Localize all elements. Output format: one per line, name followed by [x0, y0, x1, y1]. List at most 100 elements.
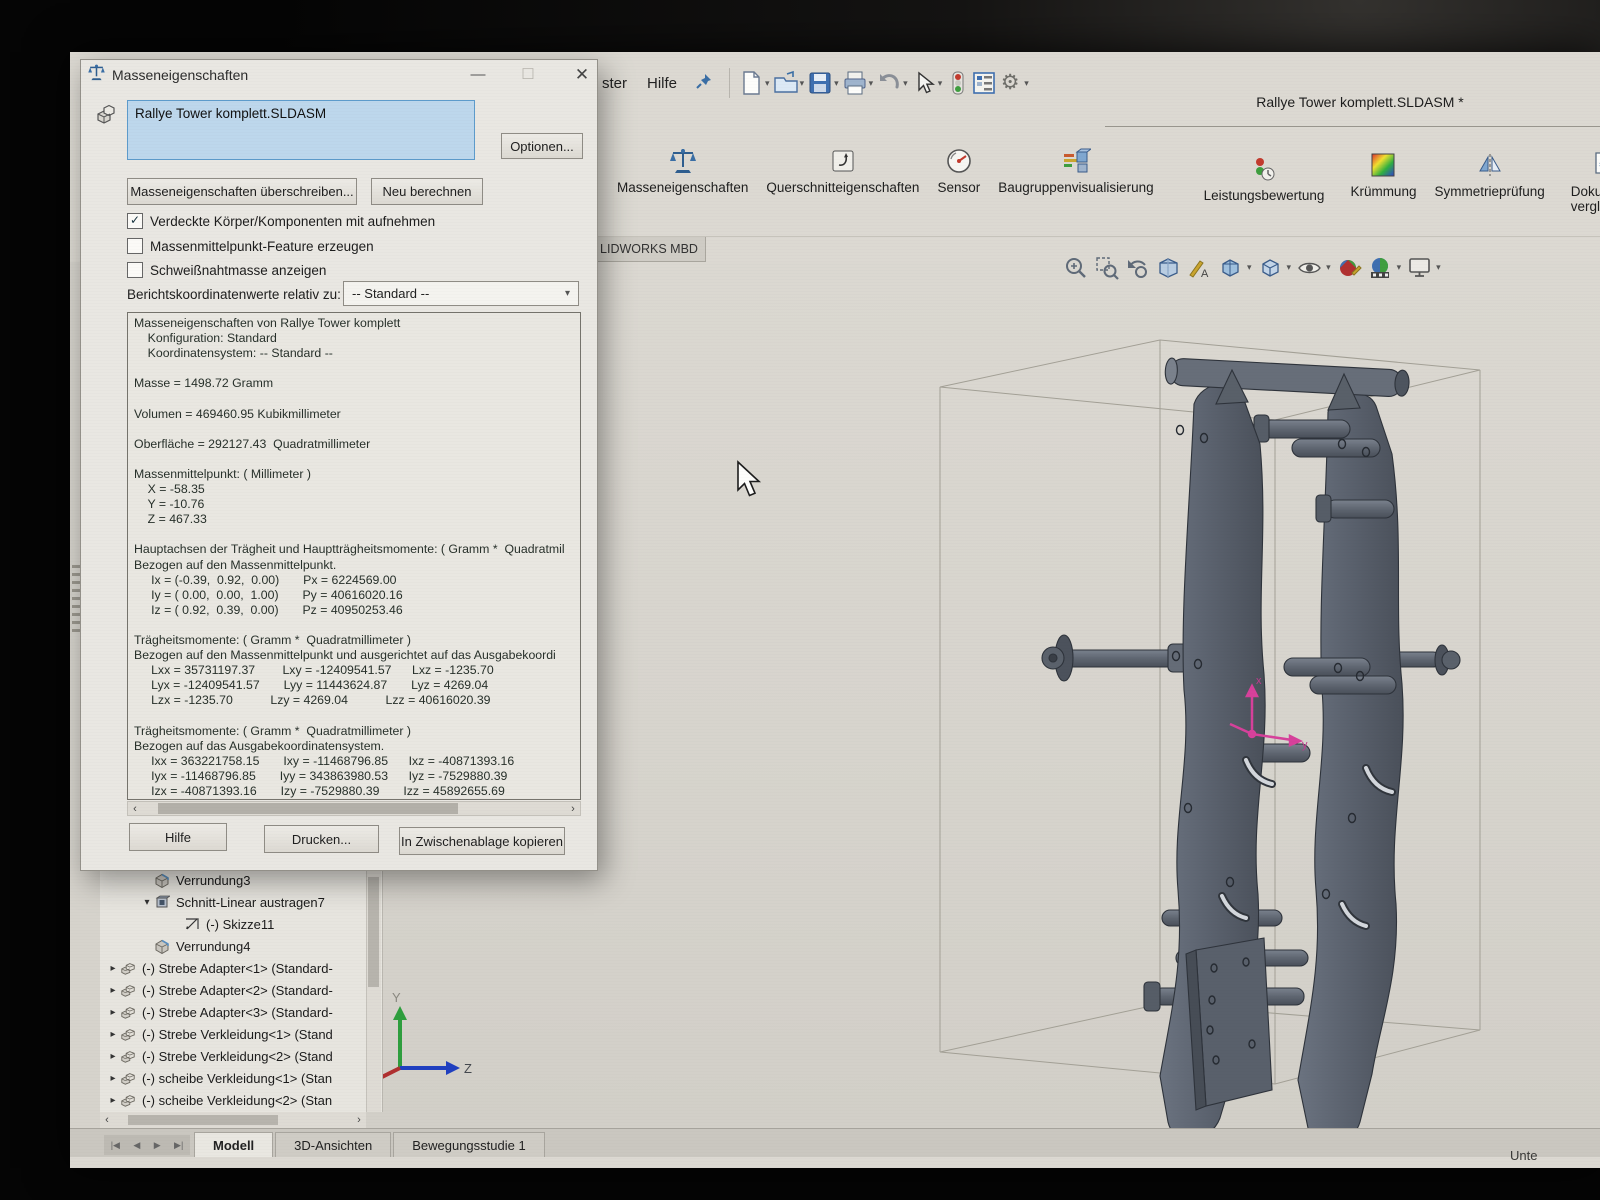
tree-expander-icon[interactable]: ▸ — [106, 1051, 120, 1062]
tree-expander-icon[interactable]: ▸ — [106, 1073, 120, 1084]
dropdown-caret[interactable]: ▾ — [903, 78, 908, 89]
tree-vertical-scrollbar[interactable] — [366, 869, 381, 1112]
scroll-right-arrow[interactable]: › — [566, 803, 580, 815]
dropdown-caret[interactable]: ▾ — [765, 78, 770, 89]
zoom-area-icon[interactable] — [1094, 255, 1119, 280]
tree-item[interactable]: Verrundung4 — [100, 935, 382, 957]
new-document-icon[interactable] — [738, 70, 764, 96]
ribbon-item-symmetry-check[interactable]: Symmetrieprüfung — [1434, 148, 1544, 199]
menu-item-fenster[interactable]: ster — [592, 71, 637, 96]
options-button[interactable]: Optionen... — [501, 133, 583, 159]
tree-horizontal-scrollbar[interactable]: ‹ › — [100, 1112, 366, 1128]
properties-list-icon[interactable] — [971, 70, 997, 96]
tree-item[interactable]: ▸(-) Strebe Verkleidung<2> (Stand — [100, 1045, 382, 1067]
tree-expander-icon[interactable]: ▸ — [106, 1007, 120, 1018]
checkbox-box[interactable]: ✓ — [127, 213, 143, 229]
print-icon[interactable] — [842, 70, 868, 96]
print-button[interactable]: Drucken... — [264, 825, 379, 853]
dropdown-caret[interactable]: ▾ — [1287, 262, 1292, 273]
tree-item[interactable]: ▸(-) Strebe Adapter<1> (Standard- — [100, 957, 382, 979]
tab-solidworks-mbd[interactable]: LIDWORKS MBD — [592, 237, 706, 262]
help-button[interactable]: Hilfe — [129, 823, 227, 851]
tree-item[interactable]: (-) Skizze11 — [100, 913, 382, 935]
tree-expander-icon[interactable]: ▸ — [106, 985, 120, 996]
results-horizontal-scrollbar[interactable]: ‹ › — [127, 801, 581, 816]
tab-last-icon[interactable]: ▶| — [174, 1140, 183, 1151]
override-mass-properties-button[interactable]: Masseneigenschaften überschreiben... — [127, 178, 357, 205]
edit-appearance-icon[interactable] — [1337, 255, 1362, 280]
undo-icon[interactable] — [876, 70, 902, 96]
tab-3d-ansichten[interactable]: 3D-Ansichten — [275, 1132, 391, 1157]
section-view-icon[interactable] — [1156, 255, 1181, 280]
checkbox-show-weld-mass[interactable]: Schweißnahtmasse anzeigen — [127, 260, 326, 280]
tab-modell[interactable]: Modell — [194, 1132, 273, 1157]
performance-traffic-light-icon[interactable] — [945, 70, 971, 96]
pin-icon[interactable] — [695, 72, 713, 95]
options-gear-icon[interactable]: ⚙ — [997, 70, 1023, 96]
tree-item[interactable]: Verrundung3 — [100, 869, 382, 891]
dropdown-caret[interactable]: ▾ — [1397, 262, 1402, 273]
open-icon[interactable] — [773, 70, 799, 96]
zoom-fit-icon[interactable] — [1063, 255, 1088, 280]
dropdown-caret[interactable]: ▾ — [1247, 262, 1252, 273]
tree-item[interactable]: ▾Schnitt-Linear austragen7 — [100, 891, 382, 913]
display-style-icon[interactable] — [1258, 255, 1283, 280]
ribbon-item-section-properties[interactable]: Querschnitteigenschaften — [766, 144, 919, 195]
save-icon[interactable] — [807, 70, 833, 96]
checkbox-box[interactable] — [127, 238, 143, 254]
panel-splitter[interactable] — [72, 562, 80, 632]
tree-item[interactable]: ▸(-) scheibe Verkleidung<1> (Stan — [100, 1067, 382, 1089]
close-icon[interactable]: ✕ — [567, 64, 597, 86]
dropdown-caret[interactable]: ▾ — [800, 78, 805, 89]
tab-scroll-buttons[interactable]: |◀ ◀ ▶ ▶| — [104, 1135, 190, 1155]
apply-scene-icon[interactable] — [1368, 255, 1393, 280]
dropdown-caret[interactable]: ▾ — [938, 78, 943, 89]
view-settings-icon[interactable] — [1407, 255, 1432, 280]
tree-item[interactable]: ▸(-) scheibe Verkleidung<2> (Stan▾ — [100, 1089, 382, 1111]
dropdown-caret[interactable]: ▾ — [1326, 262, 1331, 273]
tab-next-icon[interactable]: ▶ — [154, 1140, 161, 1151]
previous-view-icon[interactable] — [1125, 255, 1150, 280]
checkbox-box[interactable] — [127, 262, 143, 278]
scrollbar-thumb[interactable] — [128, 1115, 278, 1125]
scroll-left-arrow[interactable]: ‹ — [128, 803, 142, 815]
view-orientation-icon[interactable] — [1218, 255, 1243, 280]
tree-item[interactable]: ▸(-) Strebe Adapter<2> (Standard- — [100, 979, 382, 1001]
dropdown-caret[interactable]: ▾ — [869, 78, 874, 89]
dropdown-caret[interactable]: ▾ — [1436, 262, 1441, 273]
scrollbar-thumb[interactable] — [368, 877, 379, 987]
scroll-right-arrow[interactable]: › — [352, 1114, 366, 1126]
dropdown-caret[interactable]: ▾ — [834, 78, 839, 89]
ribbon-item-performance-evaluation[interactable]: Leistungsbewertung — [1204, 152, 1325, 203]
annotation-icon[interactable]: A — [1187, 255, 1212, 280]
ribbon-item-mass-properties[interactable]: Masseneigenschaften — [617, 144, 748, 195]
scrollbar-thumb[interactable] — [158, 803, 458, 814]
tab-first-icon[interactable]: |◀ — [111, 1140, 120, 1151]
mass-results[interactable]: Masseneigenschaften von Rallye Tower kom… — [127, 312, 581, 800]
hide-show-items-icon[interactable] — [1297, 255, 1322, 280]
ribbon-item-sensor[interactable]: Sensor — [937, 144, 980, 195]
ribbon-item-curvature[interactable]: Krümmung — [1350, 148, 1416, 199]
tree-item[interactable]: ▸(-) Strebe Verkleidung<1> (Stand — [100, 1023, 382, 1045]
menu-item-hilfe[interactable]: Hilfe — [637, 71, 687, 96]
tree-expander-icon[interactable]: ▾ — [140, 897, 154, 908]
tree-expander-icon[interactable]: ▸ — [106, 1029, 120, 1040]
minimize-icon[interactable]: — — [463, 64, 493, 86]
tab-prev-icon[interactable]: ◀ — [133, 1140, 140, 1151]
coordinate-system-dropdown[interactable]: -- Standard -- ▾ — [343, 281, 579, 306]
dropdown-caret[interactable]: ▾ — [1024, 78, 1029, 89]
tree-item[interactable]: ▸(-) Strebe Adapter<3> (Standard- — [100, 1001, 382, 1023]
recalculate-button[interactable]: Neu berechnen — [371, 178, 483, 205]
ribbon-item-assembly-visualization[interactable]: Baugruppenvisualisierung — [998, 144, 1153, 195]
checkbox-create-com-feature[interactable]: Massenmittelpunkt-Feature erzeugen — [127, 236, 374, 256]
copy-to-clipboard-button[interactable]: In Zwischenablage kopieren — [399, 827, 565, 855]
maximize-icon[interactable]: ☐ — [513, 64, 543, 86]
tree-expander-icon[interactable]: ▸ — [106, 1095, 120, 1106]
scroll-left-arrow[interactable]: ‹ — [100, 1114, 114, 1126]
tree-expander-icon[interactable]: ▸ — [106, 963, 120, 974]
ribbon-item-compare-documents[interactable]: =? Dokumente vergleichen — [1571, 148, 1600, 214]
tab-bewegungsstudie-1[interactable]: Bewegungsstudie 1 — [393, 1132, 544, 1157]
select-cursor-icon[interactable] — [911, 70, 937, 96]
checkbox-include-hidden[interactable]: ✓ Verdeckte Körper/Komponenten mit aufne… — [127, 211, 435, 231]
selected-document-field[interactable]: Rallye Tower komplett.SLDASM — [127, 100, 475, 160]
